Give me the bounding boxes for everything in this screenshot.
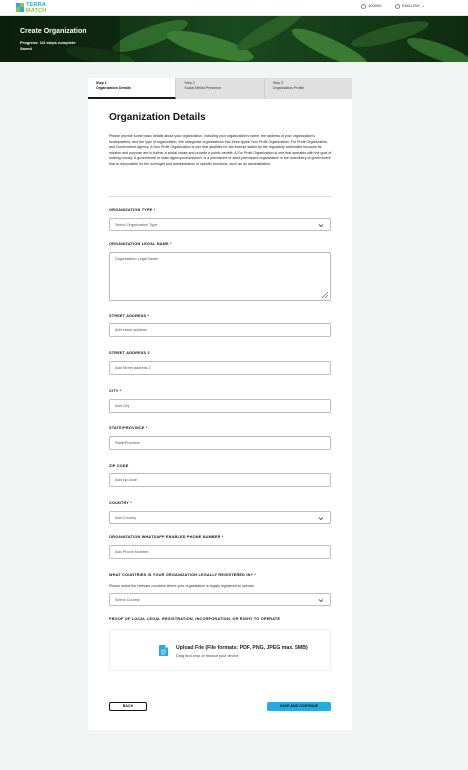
logo-mark-icon	[16, 3, 24, 12]
language-selector[interactable]: ENGLISH ⌄	[395, 3, 425, 9]
phone-placeholder: Add Phone Number	[115, 550, 149, 554]
legal-name-textarea[interactable]: Organization Legal Name	[109, 252, 331, 301]
state-label: STATE/PROVINCE *	[109, 426, 148, 430]
language-label: ENGLISH	[402, 3, 420, 8]
notifications-button[interactable]: 100000	[361, 3, 381, 9]
phone-label: ORGANIZATION WHATSAPP ENABLED PHONE NUMB…	[109, 535, 224, 539]
file-upload-dropzone[interactable]: Upload File (File formats: PDF, PNG, JPE…	[109, 629, 331, 671]
step-name: Organization Details	[96, 86, 131, 90]
registered-countries-select[interactable]: Select Country	[109, 593, 331, 606]
upload-subtitle: Drag and drop or browse your device	[176, 654, 239, 658]
back-button[interactable]: BACK	[109, 702, 147, 711]
chevron-down-icon	[318, 517, 324, 521]
street-address-label: STREET ADDRESS *	[109, 314, 150, 318]
city-label: CITY *	[109, 389, 122, 393]
registered-countries-help: Please select the relevant countries whe…	[109, 584, 256, 588]
zip-placeholder: Add zip code	[115, 478, 137, 482]
step-2-tab[interactable]: Step 2 Social Media Presence	[176, 78, 265, 99]
bell-icon	[361, 3, 366, 9]
save-status: Saved	[20, 46, 32, 51]
form-intro: Please provide some basic details about …	[109, 134, 332, 166]
divider	[109, 196, 331, 197]
upload-title: Upload File (File formats: PDF, PNG, JPE…	[176, 645, 308, 651]
street-address-2-input[interactable]: Add Street address 2	[109, 361, 331, 375]
street-address-2-label: STREET ADDRESS 2	[109, 351, 150, 355]
resize-grip-icon[interactable]	[322, 292, 328, 298]
city-input[interactable]: Add City	[109, 399, 331, 413]
legal-name-placeholder: Organization Legal Name	[115, 257, 159, 261]
country-select[interactable]: Add Country	[109, 511, 331, 524]
hero-banner: Create Organization Progress: 1/3 steps …	[0, 16, 468, 62]
street-address-input[interactable]: Add street address	[109, 323, 331, 337]
step-name: Organization Profile	[272, 86, 305, 90]
file-icon	[159, 645, 168, 656]
org-type-select[interactable]: Select Organization Type	[109, 218, 331, 231]
chevron-down-icon	[318, 599, 324, 603]
chevron-down-icon: ⌄	[421, 3, 425, 8]
logo-text-bottom: MATCH	[26, 8, 47, 14]
zip-label: ZIP CODE	[109, 464, 129, 468]
step-tabs: Step 1 Organization Details Step 2 Socia…	[88, 78, 352, 99]
save-and-continue-button[interactable]: SAVE AND CONTINUE	[267, 702, 331, 711]
registered-countries-label: WHAT COUNTRIES IS YOUR ORGANIZATION LEGA…	[109, 573, 257, 577]
progress-status: Progress: 1/3 steps complete Saved	[20, 40, 90, 52]
city-placeholder: Add City	[115, 404, 130, 408]
globe-icon	[395, 3, 400, 9]
logo[interactable]: TERRA MATCH	[16, 2, 54, 14]
step-1-tab[interactable]: Step 1 Organization Details	[88, 78, 177, 99]
top-bar: TERRA MATCH 100000 ENGLISH ⌄	[0, 0, 468, 16]
step-name: Social Media Presence	[184, 86, 222, 90]
form-title: Organization Details	[109, 112, 206, 123]
form-card: Organization Details Please provide some…	[88, 99, 352, 730]
state-input[interactable]: State/Province	[109, 436, 331, 450]
phone-input[interactable]: Add Phone Number	[109, 545, 331, 559]
state-placeholder: State/Province	[115, 441, 140, 445]
org-type-value: Select Organization Type	[115, 223, 158, 227]
street-address-placeholder: Add street address	[115, 328, 147, 332]
street-address-2-placeholder: Add Street address 2	[115, 366, 151, 370]
page-title: Create Organization	[20, 28, 87, 35]
notifications-label: 100000	[368, 3, 382, 8]
country-value: Add Country	[115, 516, 137, 520]
proof-label: PROOF OF LOCAL LEGAL REGISTRATION, INCOR…	[109, 617, 281, 621]
step-3-tab[interactable]: Step 3 Organization Profile	[264, 78, 352, 99]
org-type-label: ORGANIZATION TYPE *	[109, 208, 156, 212]
chevron-down-icon	[318, 224, 324, 228]
legal-name-label: ORGANIZATION LEGAL NAME *	[109, 242, 172, 246]
country-label: COUNTRY *	[109, 501, 132, 505]
registered-countries-value: Select Country	[115, 598, 140, 602]
foliage-background	[0, 16, 468, 62]
zip-input[interactable]: Add zip code	[109, 473, 331, 487]
